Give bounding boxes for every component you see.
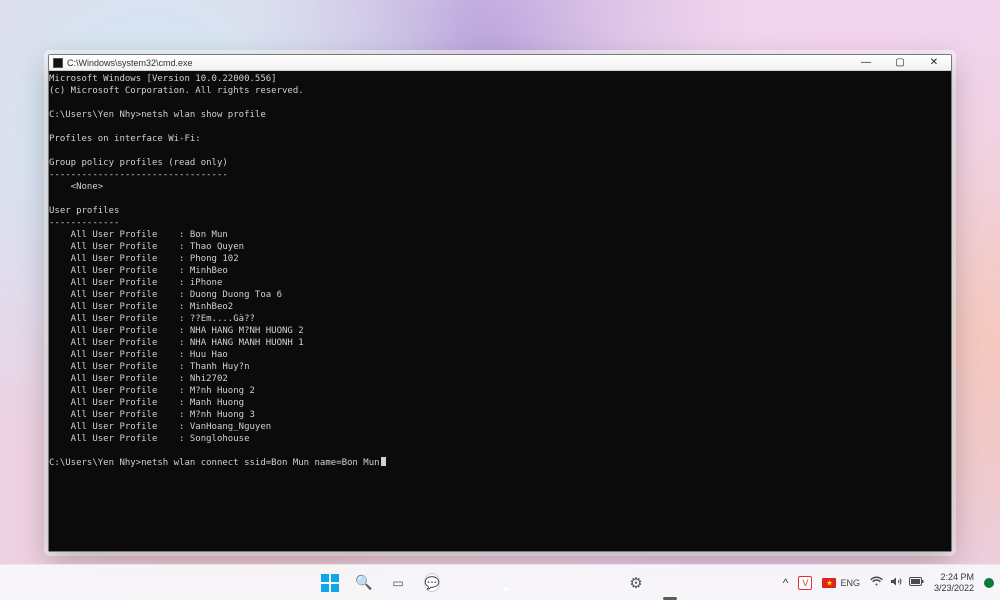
show-hidden-icons[interactable]: ^	[783, 576, 789, 590]
instagram-app[interactable]	[554, 569, 582, 597]
cmd-icon	[53, 58, 63, 68]
flag-icon	[822, 578, 836, 588]
titlebar[interactable]: C:\Windows\system32\cmd.exe — ▢ ✕	[49, 55, 951, 71]
language-indicator[interactable]: ENG	[822, 578, 860, 588]
clock-time: 2:24 PM	[934, 572, 974, 583]
cmd-app[interactable]	[656, 569, 684, 597]
settings-app[interactable]	[622, 569, 650, 597]
search-icon	[355, 574, 372, 591]
terminal-output[interactable]: Microsoft Windows [Version 10.0.22000.55…	[49, 71, 951, 551]
settings-icon	[629, 574, 642, 592]
taskbar: ^ V ENG 2:24 PM 3/23/2022	[0, 564, 1000, 600]
status-icons[interactable]	[870, 576, 924, 590]
unikey-indicator[interactable]: V	[798, 576, 812, 590]
start-icon	[320, 573, 340, 593]
battery-icon[interactable]	[909, 577, 924, 589]
search-button[interactable]	[350, 569, 378, 597]
notifications-button[interactable]	[984, 578, 994, 588]
start-button[interactable]	[316, 569, 344, 597]
chat-button[interactable]	[418, 569, 446, 597]
clock[interactable]: 2:24 PM 3/23/2022	[934, 572, 974, 594]
discord-app[interactable]	[452, 569, 480, 597]
taskbar-center	[316, 565, 684, 600]
cmd-window: C:\Windows\system32\cmd.exe — ▢ ✕ Micros…	[48, 54, 952, 552]
close-button[interactable]: ✕	[917, 55, 951, 71]
edge-app[interactable]	[588, 569, 616, 597]
chrome-app[interactable]	[486, 569, 514, 597]
maximize-button[interactable]: ▢	[883, 55, 917, 71]
task-icon	[392, 574, 403, 591]
minimize-button[interactable]: —	[849, 55, 883, 71]
system-tray: ^ V ENG 2:24 PM 3/23/2022	[783, 565, 994, 600]
chat-icon	[424, 574, 441, 591]
language-label: ENG	[840, 578, 860, 588]
wifi-icon[interactable]	[870, 576, 883, 590]
clock-date: 3/23/2022	[934, 583, 974, 594]
text-cursor	[381, 457, 386, 466]
window-title: C:\Windows\system32\cmd.exe	[67, 58, 849, 68]
window-controls: — ▢ ✕	[849, 55, 951, 71]
speaker-icon[interactable]	[890, 576, 902, 590]
taskview-button[interactable]	[384, 569, 412, 597]
explorer-app[interactable]	[520, 569, 548, 597]
